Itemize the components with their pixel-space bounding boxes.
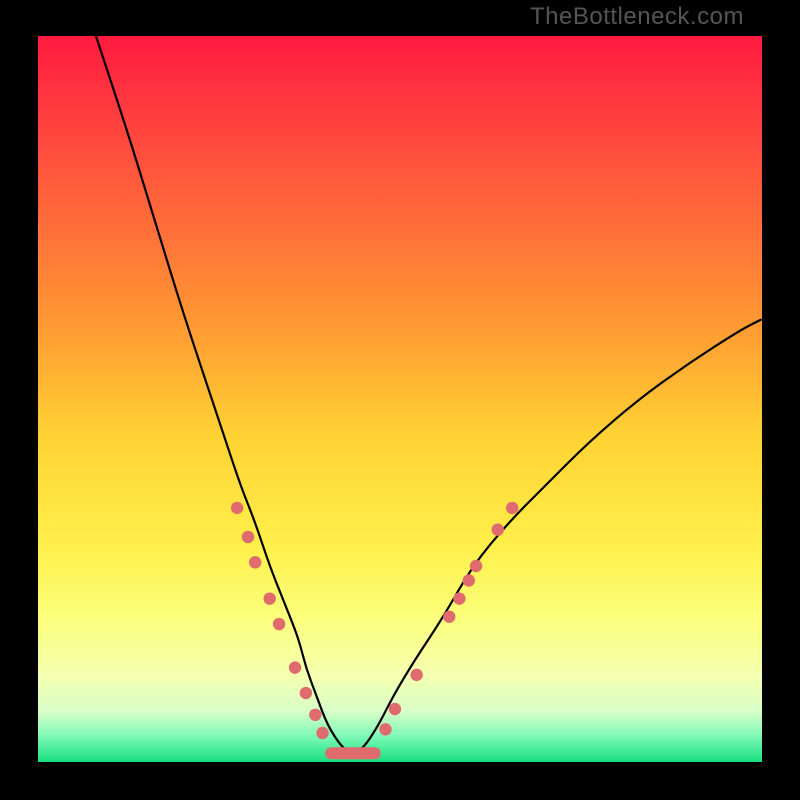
data-point-left [289,661,301,673]
plot-svg [38,36,762,762]
data-point-left [309,709,321,721]
data-point-right [379,723,391,735]
data-point-right [389,703,401,715]
data-point-left [263,592,275,604]
data-point-right [492,523,504,535]
data-point-right [410,669,422,681]
data-point-right [463,574,475,586]
data-point-right [453,592,465,604]
plot-area [38,36,762,762]
data-point-left [249,556,261,568]
watermark-text: TheBottleneck.com [530,3,744,31]
data-point-right [506,502,518,514]
data-point-left [300,687,312,699]
chart-stage: TheBottleneck.com [0,0,800,800]
data-point-left [273,618,285,630]
data-point-right [470,560,482,572]
data-point-right [443,611,455,623]
data-point-left [316,727,328,739]
data-point-left [231,502,243,514]
data-point-left [242,531,254,543]
